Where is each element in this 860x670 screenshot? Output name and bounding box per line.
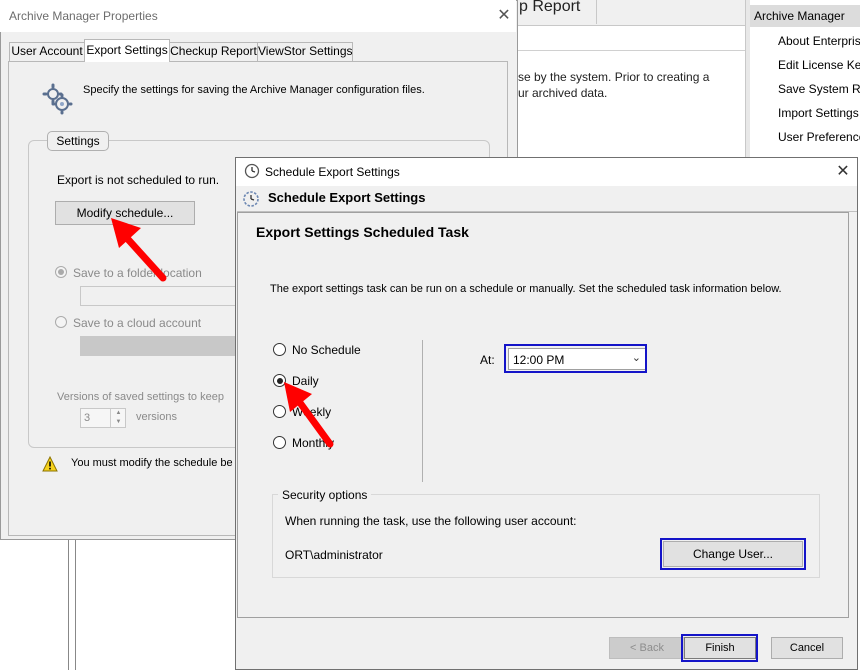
spin-down-icon[interactable]: ▼ xyxy=(110,418,126,427)
sidebar-item-about[interactable]: About Enterpris xyxy=(778,34,860,48)
background-tab-label: p Report xyxy=(519,0,581,15)
back-button[interactable]: < Back xyxy=(609,637,685,659)
background-text: ur archived data. xyxy=(518,86,608,100)
properties-title: Archive Manager Properties xyxy=(9,9,158,23)
versions-value: 3 xyxy=(84,412,91,424)
user-account-value: ORT\administrator xyxy=(285,548,383,562)
no-schedule-radio[interactable] xyxy=(273,343,286,356)
background-text: se by the system. Prior to creating a xyxy=(518,70,710,84)
background-divider xyxy=(518,50,745,51)
schedule-header: Schedule Export Settings xyxy=(268,190,426,205)
highlight-box xyxy=(660,538,806,570)
tab-export-settings[interactable]: Export Settings xyxy=(84,39,170,62)
background-tree-lines xyxy=(68,540,76,670)
save-cloud-label: Save to a cloud account xyxy=(73,316,202,330)
sidebar-item-user-preferences[interactable]: User Preference xyxy=(778,130,860,144)
properties-intro-text: Specify the settings for saving the Arch… xyxy=(83,84,425,96)
background-tab-checkup-report[interactable]: p Report xyxy=(515,0,597,24)
tab-user-account[interactable]: User Account xyxy=(9,42,85,61)
sidebar-item-import-settings[interactable]: Import Settings xyxy=(778,106,859,120)
dashed-clock-icon xyxy=(243,191,259,207)
task-description: The export settings task can be run on a… xyxy=(270,283,782,295)
cancel-button[interactable]: Cancel xyxy=(771,637,843,659)
sidebar-item-edit-license[interactable]: Edit License Key xyxy=(778,58,860,72)
folder-path-field[interactable] xyxy=(80,286,240,306)
at-label: At: xyxy=(480,353,495,367)
save-folder-radio[interactable] xyxy=(55,266,67,278)
save-cloud-radio[interactable] xyxy=(55,316,67,328)
spin-up-icon[interactable]: ▲ xyxy=(110,409,126,418)
security-description: When running the task, use the following… xyxy=(285,514,577,528)
no-schedule-label: No Schedule xyxy=(292,343,361,357)
options-divider xyxy=(422,340,423,482)
close-icon[interactable]: ✕ xyxy=(832,161,854,183)
tab-viewstor-settings[interactable]: ViewStor Settings xyxy=(257,42,353,61)
clock-icon xyxy=(244,163,260,179)
schedule-status-text: Export is not scheduled to run. xyxy=(57,173,220,187)
versions-suffix: versions xyxy=(136,411,177,423)
cloud-account-field[interactable] xyxy=(80,336,240,356)
highlight-box xyxy=(504,344,647,373)
gears-icon xyxy=(42,83,73,115)
task-title: Export Settings Scheduled Task xyxy=(256,224,469,240)
warning-text: You must modify the schedule be xyxy=(71,457,233,469)
sidebar-header[interactable]: Archive Manager xyxy=(750,5,860,27)
annotation-arrow xyxy=(284,382,334,448)
security-options-legend: Security options xyxy=(278,488,372,502)
tab-checkup-report[interactable]: Checkup Report xyxy=(169,42,258,61)
schedule-title: Schedule Export Settings xyxy=(265,165,400,179)
sidebar-header-label: Archive Manager xyxy=(754,9,845,23)
annotation-arrow xyxy=(111,218,167,282)
versions-label: Versions of saved settings to keep xyxy=(57,391,224,403)
close-icon[interactable]: ✕ xyxy=(494,6,514,26)
highlight-box xyxy=(681,634,758,662)
settings-legend: Settings xyxy=(47,131,109,151)
sidebar-item-save-system[interactable]: Save System Re xyxy=(778,82,860,96)
warning-icon xyxy=(42,456,58,472)
